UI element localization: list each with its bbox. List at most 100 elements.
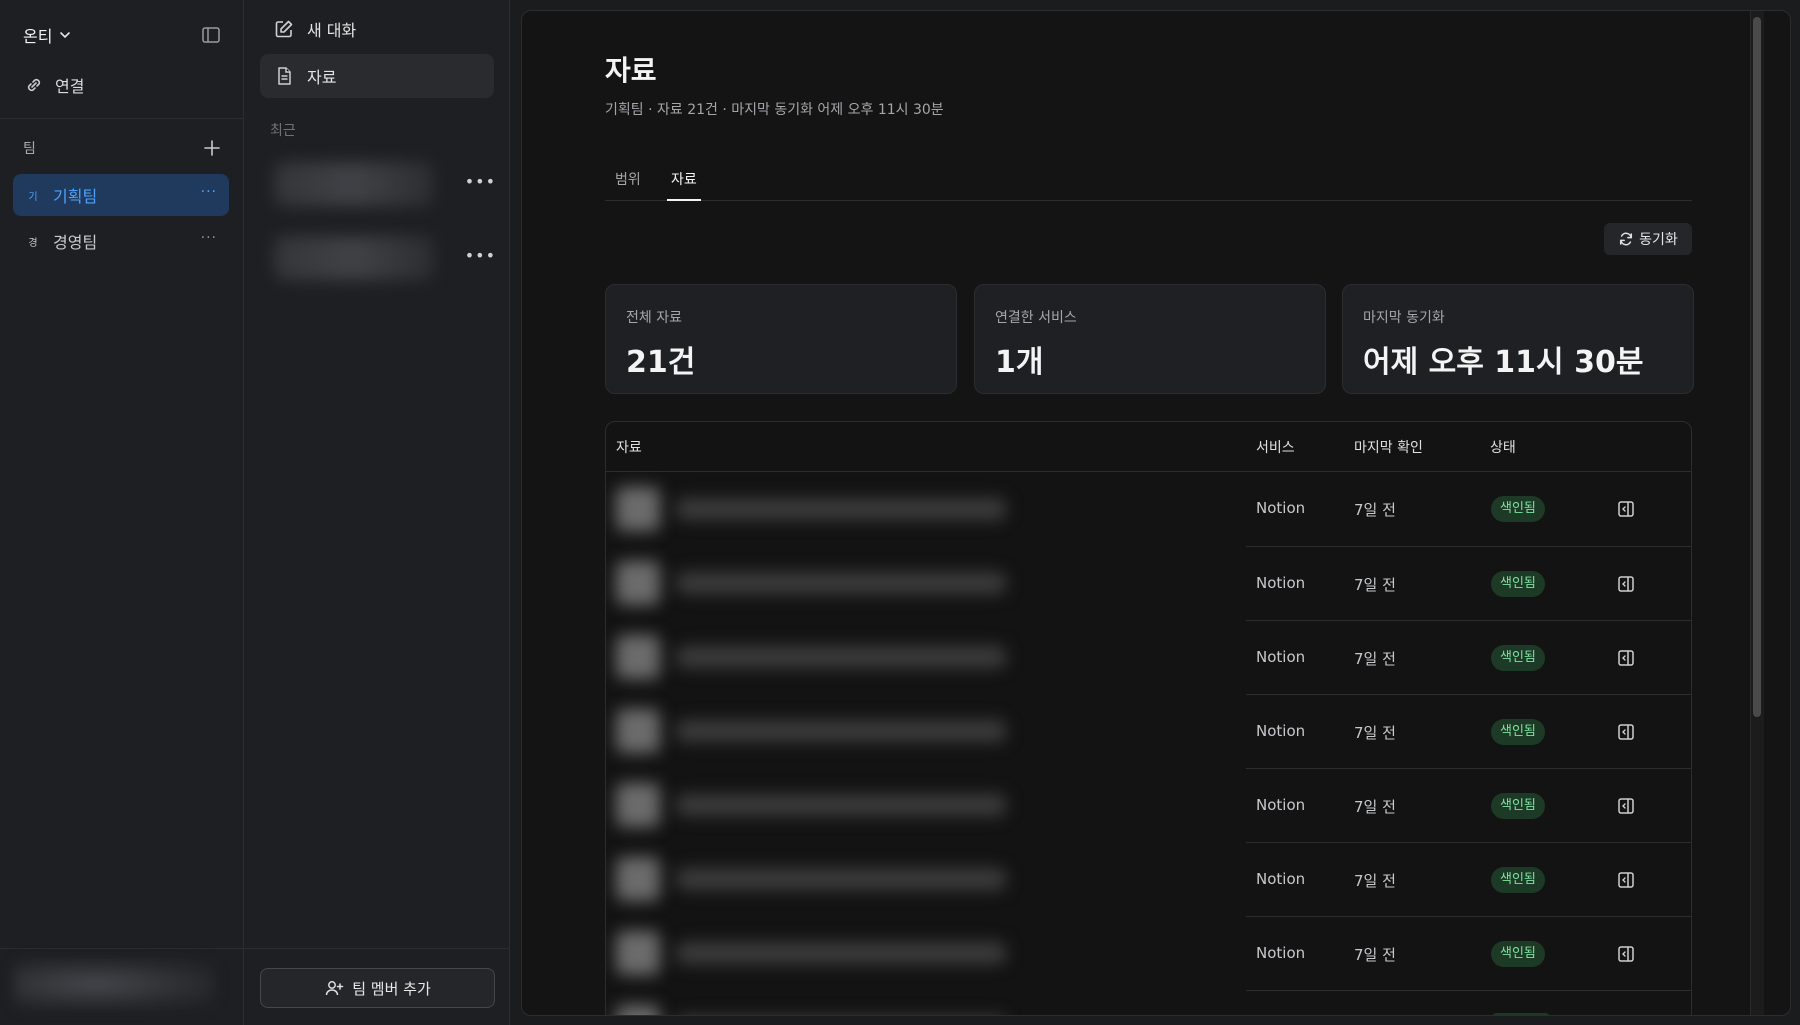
open-panel-icon[interactable] — [1616, 648, 1636, 668]
team-initial: 기 — [28, 191, 38, 203]
sidebar-item-team-planning[interactable]: 기 기획팀 ··· — [13, 174, 229, 216]
stat-label: 전체 자료 — [626, 310, 682, 326]
open-panel-icon[interactable] — [1616, 499, 1636, 519]
service-cell: Notion — [1256, 722, 1306, 740]
workspace-switcher[interactable]: 온티 — [23, 23, 72, 47]
more-icon[interactable]: ••• — [465, 172, 496, 191]
open-panel-icon[interactable] — [1616, 722, 1636, 742]
table-header: 자료 서비스 마지막 확인 상태 — [606, 422, 1691, 472]
user-profile[interactable] — [14, 960, 214, 1008]
stat-value: 1개 — [995, 345, 1044, 380]
open-panel-icon[interactable] — [1616, 944, 1636, 964]
add-user-icon — [325, 981, 344, 996]
stat-value: 어제 오후 11시 30분 — [1363, 345, 1644, 380]
divider — [0, 118, 244, 119]
scrollbar-thumb[interactable] — [1753, 17, 1761, 717]
main-content: 자료 기획팀 · 자료 21건 · 마지막 동기화 어제 오후 11시 30분 … — [521, 10, 1791, 1016]
link-icon — [27, 78, 41, 92]
sync-label: 동기화 — [1639, 232, 1678, 248]
team-sidebar: 온티 연결 팀 기 기획팀 ··· 경 경영팀 ··· — [0, 0, 244, 1025]
docs-nav-item[interactable]: 자료 — [260, 54, 494, 98]
table-row[interactable]: Notion 7일 전 색인됨 — [1246, 842, 1691, 916]
last-checked-cell: 7일 전 — [1354, 501, 1396, 519]
last-checked-cell: 7일 전 — [1354, 946, 1396, 964]
recent-label: 최근 — [270, 123, 296, 139]
team-name: 경영팀 — [53, 233, 98, 252]
service-cell: Notion — [1256, 796, 1306, 814]
sidebar-toggle-icon[interactable] — [200, 24, 222, 46]
last-checked-cell: 7일 전 — [1354, 650, 1396, 668]
divider — [0, 948, 244, 949]
doc-names-redacted — [606, 472, 1246, 1015]
table-row[interactable]: Notion 7일 전 색인됨 — [1246, 694, 1691, 768]
team-nav-panel: 새 대화 자료 최근 ••• ••• 팀 멤버 추가 — [244, 0, 510, 1025]
status-badge: 색인됨 — [1491, 793, 1545, 819]
stat-label: 연결한 서비스 — [995, 310, 1077, 326]
new-chat-label: 새 대화 — [307, 21, 357, 40]
table-row[interactable] — [1246, 990, 1691, 1015]
stat-card-total: 전체 자료 21건 — [605, 284, 957, 394]
sync-button[interactable]: 동기화 — [1604, 223, 1692, 255]
table-row[interactable]: Notion 7일 전 색인됨 — [1246, 472, 1691, 546]
stat-value: 21건 — [626, 345, 696, 380]
service-cell: Notion — [1256, 499, 1306, 517]
service-cell: Notion — [1256, 574, 1306, 592]
table-row[interactable]: Notion 7일 전 색인됨 — [1246, 768, 1691, 842]
open-panel-icon[interactable] — [1616, 574, 1636, 594]
column-header-service: 서비스 — [1256, 440, 1295, 456]
new-chat-button[interactable]: 새 대화 — [260, 7, 494, 51]
chevron-down-icon — [60, 32, 71, 39]
status-badge — [1491, 1013, 1551, 1015]
divider — [244, 948, 510, 949]
refresh-icon — [1620, 232, 1633, 246]
stat-label: 마지막 동기화 — [1363, 310, 1445, 326]
last-checked-cell: 7일 전 — [1354, 576, 1396, 594]
recent-chat-item[interactable]: ••• — [266, 154, 496, 216]
workspace-name: 온티 — [23, 27, 53, 46]
page-title: 자료 — [605, 54, 657, 87]
tab-scope[interactable]: 범위 — [611, 169, 645, 199]
team-initial: 경 — [28, 237, 38, 249]
table-row[interactable]: Notion 7일 전 색인됨 — [1246, 546, 1691, 620]
tab-docs[interactable]: 자료 — [667, 169, 701, 201]
column-header-doc: 자료 — [616, 440, 642, 456]
last-checked-cell: 7일 전 — [1354, 798, 1396, 816]
add-team-member-button[interactable]: 팀 멤버 추가 — [260, 968, 495, 1008]
docs-table: 자료 서비스 마지막 확인 상태 Notion 7일 전 색인됨 Notion … — [605, 421, 1692, 1015]
status-badge: 색인됨 — [1491, 867, 1545, 893]
team-header-label: 팀 — [23, 141, 36, 157]
status-badge: 색인됨 — [1491, 719, 1545, 745]
document-icon — [278, 67, 291, 85]
status-badge: 색인됨 — [1491, 571, 1545, 597]
table-row[interactable]: Notion 7일 전 색인됨 — [1246, 620, 1691, 694]
recent-chat-item[interactable]: ••• — [266, 228, 496, 290]
more-icon[interactable]: ••• — [465, 246, 496, 265]
status-badge: 색인됨 — [1491, 941, 1545, 967]
add-team-icon[interactable] — [203, 139, 221, 157]
page-subtitle: 기획팀 · 자료 21건 · 마지막 동기화 어제 오후 11시 30분 — [605, 102, 944, 118]
tab-bar: 범위 자료 — [605, 159, 1692, 201]
open-panel-icon[interactable] — [1616, 870, 1636, 890]
stat-card-services: 연결한 서비스 1개 — [974, 284, 1326, 394]
last-checked-cell: 7일 전 — [1354, 724, 1396, 742]
team-name: 기획팀 — [53, 187, 98, 206]
service-cell: Notion — [1256, 870, 1306, 888]
more-icon[interactable]: ··· — [201, 184, 217, 200]
connect-link[interactable]: 연결 — [23, 73, 84, 97]
add-member-label: 팀 멤버 추가 — [352, 979, 431, 998]
stat-card-last-sync: 마지막 동기화 어제 오후 11시 30분 — [1342, 284, 1694, 394]
service-cell: Notion — [1256, 648, 1306, 666]
open-panel-icon[interactable] — [1616, 796, 1636, 816]
sidebar-item-team-management[interactable]: 경 경영팀 ··· — [13, 220, 229, 262]
table-row[interactable]: Notion 7일 전 색인됨 — [1246, 916, 1691, 990]
service-cell: Notion — [1256, 944, 1306, 962]
docs-label: 자료 — [307, 68, 337, 87]
more-icon[interactable]: ··· — [201, 230, 217, 246]
column-header-last-checked: 마지막 확인 — [1354, 440, 1423, 456]
status-badge: 색인됨 — [1491, 645, 1545, 671]
edit-icon — [275, 20, 293, 38]
connect-label: 연결 — [55, 77, 85, 96]
team-section-header: 팀 — [23, 138, 221, 158]
column-header-status: 상태 — [1490, 440, 1516, 456]
last-checked-cell: 7일 전 — [1354, 872, 1396, 890]
